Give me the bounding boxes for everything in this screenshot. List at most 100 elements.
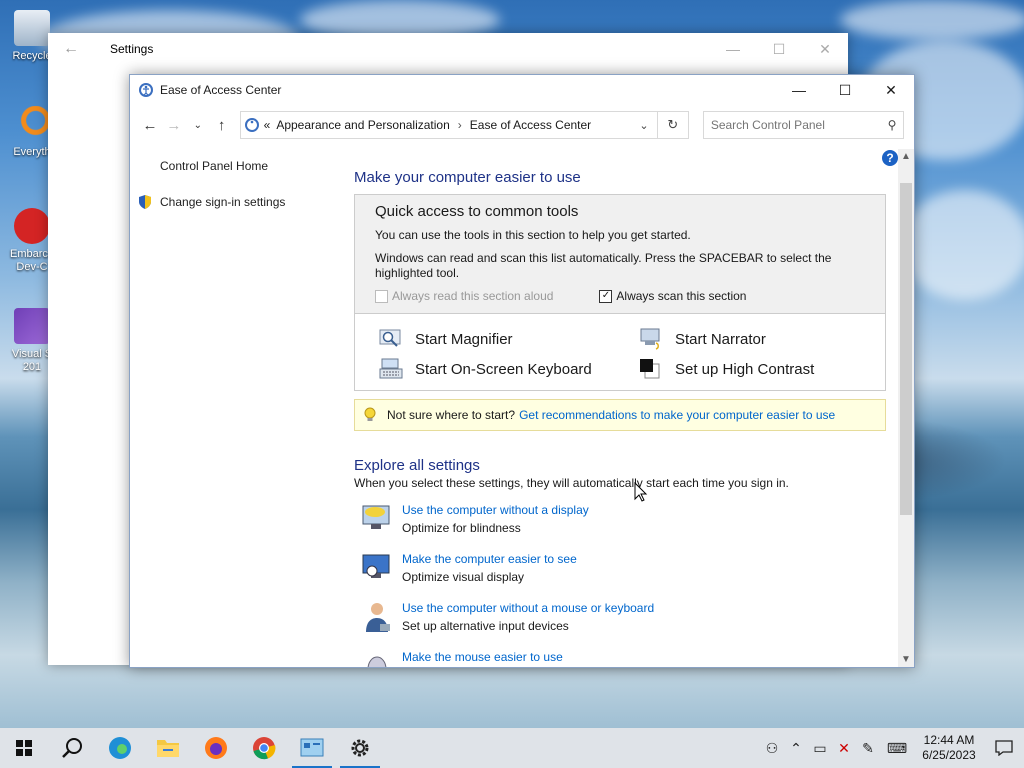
chevron-down-icon[interactable]: ⌄ <box>631 119 657 132</box>
maximize-button[interactable]: ☐ <box>822 75 868 105</box>
magnifier-icon <box>379 329 401 347</box>
quick-access-desc: You can use the tools in this section to… <box>375 228 691 242</box>
clock[interactable]: 12:44 AM 6/25/2023 <box>914 733 984 763</box>
taskbar-file-explorer[interactable] <box>144 728 192 768</box>
notification-icon <box>995 740 1013 756</box>
chrome-icon <box>253 737 276 760</box>
scan-section-checkbox[interactable]: ✓ Always scan this section <box>599 289 746 303</box>
ease-of-access-icon <box>139 83 153 97</box>
minimize-button[interactable]: — <box>710 41 756 58</box>
refresh-button[interactable]: ↻ <box>657 111 689 139</box>
volume-muted-icon[interactable]: ✕ <box>832 728 856 768</box>
control-panel-home-link[interactable]: Control Panel Home <box>130 155 340 177</box>
search-icon <box>62 738 82 758</box>
network-icon[interactable]: ▭ <box>808 728 832 768</box>
easier-to-see-link[interactable]: Make the computer easier to see <box>402 551 577 567</box>
dev-cpp-icon <box>14 208 50 244</box>
taskbar-settings[interactable] <box>336 728 384 768</box>
mouse-easier-link[interactable]: Make the mouse easier to use <box>402 649 563 665</box>
window-title: Ease of Access Center <box>160 83 282 97</box>
list-item: Use the computer without a display Optim… <box>354 502 886 538</box>
recommendation-tip: Not sure where to start? Get recommendat… <box>354 399 886 431</box>
address-box[interactable]: « Appearance and Personalization › Ease … <box>239 111 658 139</box>
person-icon <box>366 603 390 632</box>
start-button[interactable] <box>0 728 48 768</box>
no-display-link[interactable]: Use the computer without a display <box>402 502 589 518</box>
notifications-button[interactable] <box>984 728 1024 768</box>
setup-high-contrast-button[interactable]: Set up High Contrast <box>639 358 879 380</box>
pen-icon[interactable]: ✎ <box>856 728 880 768</box>
close-button[interactable]: ✕ <box>802 41 848 58</box>
list-item: Make the mouse easier to use <box>354 649 886 667</box>
checkbox-unchecked-icon <box>375 289 388 303</box>
quick-access-desc-2: Windows can read and scan this list auto… <box>375 251 832 280</box>
keyboard-icon <box>379 358 403 379</box>
shield-icon <box>139 195 151 209</box>
scroll-up-icon[interactable]: ▲ <box>898 151 914 162</box>
taskbar-control-panel[interactable] <box>288 728 336 768</box>
back-button[interactable]: ← <box>138 117 162 134</box>
close-button[interactable]: ✕ <box>868 75 914 105</box>
quick-access-panel: Quick access to common tools You can use… <box>354 194 886 391</box>
list-item: Use the computer without a mouse or keyb… <box>354 600 886 636</box>
left-nav: Control Panel Home Change sign-in settin… <box>130 155 340 227</box>
ease-of-access-window[interactable]: Ease of Access Center — ☐ ✕ ← → ⌄ ↑ « Ap… <box>129 74 915 668</box>
lightbulb-icon <box>364 407 376 421</box>
folder-icon <box>157 740 179 757</box>
gear-icon <box>351 739 369 757</box>
title-bar[interactable]: Ease of Access Center — ☐ ✕ <box>130 75 914 105</box>
minimize-button[interactable]: — <box>776 75 822 105</box>
breadcrumb-prefix[interactable]: « <box>264 118 271 132</box>
change-signin-settings-link[interactable]: Change sign-in settings <box>130 191 340 213</box>
mouse-icon <box>367 656 387 667</box>
recent-pages-button[interactable]: ⌄ <box>186 120 210 131</box>
visual-studio-icon <box>14 308 50 344</box>
scroll-down-icon[interactable]: ▼ <box>898 654 914 665</box>
back-arrow-icon[interactable]: ← <box>48 40 94 58</box>
control-panel-icon <box>300 738 324 757</box>
people-icon[interactable]: ⚇ <box>760 728 784 768</box>
breadcrumb-separator[interactable]: › <box>458 118 462 132</box>
firefox-icon <box>205 737 227 759</box>
recommendations-link[interactable]: Get recommendations to make your compute… <box>519 408 835 422</box>
up-button[interactable]: ↑ <box>210 117 234 134</box>
address-bar-row: ← → ⌄ ↑ « Appearance and Personalization… <box>138 111 904 139</box>
scrollbar-thumb[interactable] <box>900 183 912 515</box>
explore-subtitle: When you select these settings, they wil… <box>354 476 789 490</box>
display-icon <box>362 554 390 578</box>
search-icon[interactable]: ⚲ <box>881 118 903 132</box>
high-contrast-icon <box>640 359 660 379</box>
search-button[interactable] <box>48 728 96 768</box>
breadcrumb-ease-of-access[interactable]: Ease of Access Center <box>470 118 591 132</box>
start-magnifier-button[interactable]: Start Magnifier <box>379 328 639 350</box>
list-item: Make the computer easier to see Optimize… <box>354 551 886 587</box>
keyboard-icon[interactable]: ⌨ <box>880 728 914 768</box>
narrator-icon <box>640 328 660 350</box>
read-aloud-checkbox[interactable]: Always read this section aloud <box>375 289 553 303</box>
ease-of-access-icon <box>244 118 259 132</box>
taskbar-firefox[interactable] <box>192 728 240 768</box>
search-input[interactable] <box>703 117 881 133</box>
page-heading: Make your computer easier to use <box>354 169 581 186</box>
no-display-icon <box>362 505 390 529</box>
breadcrumb-appearance[interactable]: Appearance and Personalization <box>276 118 449 132</box>
taskbar-chrome[interactable] <box>240 728 288 768</box>
explore-heading: Explore all settings <box>354 457 480 474</box>
search-box[interactable]: ⚲ <box>702 111 904 139</box>
mouse-cursor-icon <box>634 482 648 502</box>
refresh-icon: ↻ <box>667 117 679 132</box>
quick-access-title: Quick access to common tools <box>375 203 579 220</box>
no-mouse-keyboard-link[interactable]: Use the computer without a mouse or keyb… <box>402 600 654 616</box>
forward-button[interactable]: → <box>162 117 186 134</box>
maximize-button[interactable]: ☐ <box>756 41 802 58</box>
main-content: Make your computer easier to use Quick a… <box>354 155 886 667</box>
taskbar: ⚇ ⌃ ▭ ✕ ✎ ⌨ 12:44 AM 6/25/2023 <box>0 728 1024 768</box>
windows-logo-icon <box>16 740 32 756</box>
start-onscreen-keyboard-button[interactable]: Start On-Screen Keyboard <box>379 358 639 380</box>
settings-title: Settings <box>110 42 154 56</box>
chevron-up-icon[interactable]: ⌃ <box>784 728 808 768</box>
taskbar-edge[interactable] <box>96 728 144 768</box>
system-tray: ⚇ ⌃ ▭ ✕ ✎ ⌨ 12:44 AM 6/25/2023 <box>760 728 1024 768</box>
vertical-scrollbar[interactable]: ▲ ▼ <box>898 149 914 667</box>
start-narrator-button[interactable]: Start Narrator <box>639 328 879 350</box>
